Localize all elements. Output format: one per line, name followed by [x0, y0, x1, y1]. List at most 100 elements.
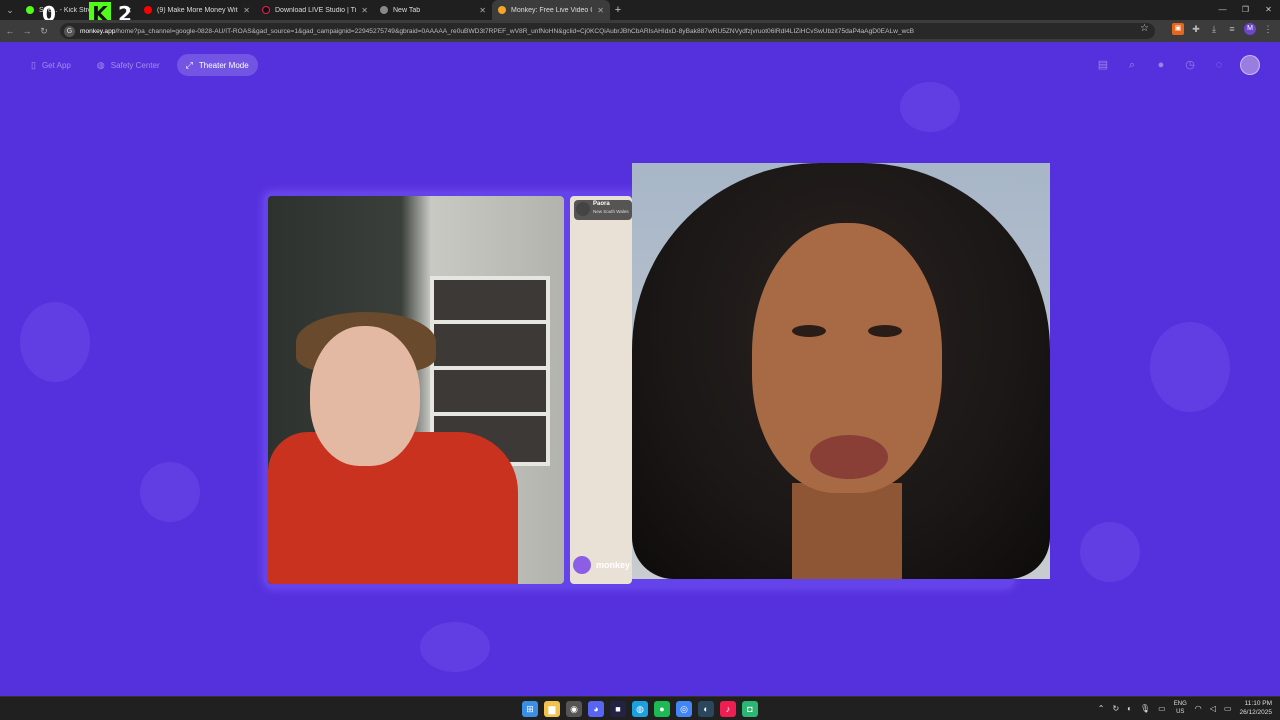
tab-title: Monkey: Free Live Video Ch	[511, 6, 593, 14]
taskbar-clock[interactable]: 11:10 PM 26/12/2025	[1239, 699, 1272, 717]
browser-toolbar: ← → ↻ G monkey.app/home?pa_channel=googl…	[0, 20, 1280, 42]
address-bar[interactable]: G monkey.app/home?pa_channel=google-0828…	[60, 23, 1155, 39]
background-blob	[1080, 522, 1140, 582]
user-avatar[interactable]	[1240, 55, 1260, 75]
close-tab-icon[interactable]: ✕	[479, 6, 486, 15]
background-blob	[20, 302, 90, 382]
shield-icon: ◍	[96, 59, 105, 70]
shop-icon[interactable]: ▤	[1095, 57, 1111, 73]
taskbar-apps: ⊞ ▆ ◉ ◕ ■ ◍ ● ◎ ◐ ♪ ◘	[522, 701, 758, 717]
tab-title: New Tab	[393, 6, 421, 14]
back-icon[interactable]: ←	[3, 26, 17, 36]
close-tab-icon[interactable]: ✕	[361, 6, 368, 15]
extension-icon[interactable]: ▣	[1172, 23, 1184, 35]
get-app-button[interactable]: ▯ Get App	[22, 54, 80, 76]
history-icon[interactable]: ◷	[1182, 57, 1198, 73]
minimize-button[interactable]: —	[1211, 0, 1234, 20]
monkey-right-nav: ▤ ⌕ ● ◷ ◌	[1095, 55, 1260, 75]
new-tab-button[interactable]: +	[610, 0, 626, 20]
chrome-icon[interactable]: ◎	[676, 701, 692, 717]
url-path: /home?pa_channel=google-0828-AU/IT-ROAS&…	[115, 27, 915, 35]
steam-tray-icon[interactable]: ◐	[1127, 704, 1132, 713]
mouse-app-icon[interactable]: ◉	[566, 701, 582, 717]
tab-title: (9) Make More Money With Kic	[157, 6, 238, 14]
language-indicator[interactable]: ENG US	[1174, 700, 1187, 716]
tab-search-icon[interactable]: ⌄	[0, 0, 20, 20]
tab-youtube[interactable]: (9) Make More Money With Kic ✕	[138, 0, 256, 20]
toolbar-right: ▣ ✚ ⤓ ≡ M ⋮	[1172, 23, 1274, 35]
download-icon[interactable]: ⤓	[1208, 23, 1220, 35]
network-tray-icon[interactable]: ▭	[1158, 704, 1166, 713]
tray-overflow-icon[interactable]: ⌃	[1098, 704, 1105, 713]
tab-new-tab[interactable]: New Tab ✕	[374, 0, 492, 20]
tab-tiktok[interactable]: Download LIVE Studio | TikTok ✕	[256, 0, 374, 20]
volume-icon[interactable]: ◁	[1210, 704, 1216, 713]
tiktok-favicon-icon	[262, 6, 270, 14]
clock-time: 11:10 PM	[1244, 700, 1272, 707]
phone-icon: ▯	[31, 59, 36, 70]
lang-top: ENG	[1173, 701, 1187, 707]
spotify-icon[interactable]: ●	[654, 701, 670, 717]
background-blob	[900, 82, 960, 132]
forward-icon[interactable]: →	[20, 26, 34, 36]
tiktok-icon[interactable]: ♪	[720, 701, 736, 717]
reload-icon[interactable]: ↻	[37, 26, 51, 37]
theater-mode-button[interactable]: ⤢ Theater Mode	[176, 54, 258, 76]
browser-tab-strip: ⌄ Stre... - Kick Stream ✕ (9) Make More …	[0, 0, 1280, 20]
url-text[interactable]: monkey.app/home?pa_channel=google-0828-A…	[80, 28, 914, 35]
app-icon[interactable]: ■	[610, 701, 626, 717]
close-tab-icon[interactable]: ✕	[243, 6, 250, 15]
overlay-portrait-image	[632, 163, 1050, 579]
wifi-icon[interactable]: ◠	[1195, 704, 1202, 713]
discord-icon[interactable]: ◕	[588, 701, 604, 717]
maximize-button[interactable]: ❐	[1234, 0, 1257, 20]
chat-icon[interactable]: ◌	[1211, 57, 1227, 73]
background-blob	[1150, 322, 1230, 412]
youtube-favicon-icon	[144, 6, 152, 14]
url-domain: monkey.app	[80, 27, 116, 35]
tab-monkey[interactable]: Monkey: Free Live Video Ch ✕	[492, 0, 610, 20]
globe-favicon-icon	[380, 6, 388, 14]
coin-icon[interactable]: ●	[1153, 57, 1169, 73]
profile-avatar[interactable]: M	[1244, 23, 1256, 35]
edge-icon[interactable]: ◍	[632, 701, 648, 717]
close-tab-icon[interactable]: ✕	[597, 6, 604, 15]
extensions-puzzle-icon[interactable]: ✚	[1190, 23, 1202, 35]
expand-icon: ⤢	[185, 59, 193, 70]
tab-title: Download LIVE Studio | TikTok	[275, 6, 356, 14]
remote-camera-feed: Paora New South Wales monkey	[570, 196, 632, 584]
portrait-neck	[792, 483, 902, 579]
safety-center-button[interactable]: ◍ Safety Center	[88, 54, 169, 76]
window-controls: — ❐ ✕	[1211, 0, 1280, 20]
app-icon-green[interactable]: ◘	[742, 701, 758, 717]
site-info-icon[interactable]: G	[64, 25, 75, 37]
windows-taskbar: ⊞ ▆ ◉ ◕ ■ ◍ ● ◎ ◐ ♪ ◘ ⌃ ↻ ◐ 🎙 ▭ ENG US ◠…	[0, 696, 1280, 720]
steam-icon[interactable]: ◐	[698, 701, 714, 717]
monkey-logo-icon	[573, 556, 591, 574]
monkey-top-nav: ▯ Get App ◍ Safety Center ⤢ Theater Mode	[22, 54, 258, 76]
face	[310, 326, 420, 466]
search-icon[interactable]: ⌕	[1124, 57, 1140, 73]
get-app-label: Get App	[41, 60, 71, 70]
portrait-eye-right	[868, 325, 902, 337]
bookmark-star-icon[interactable]: ☆	[1140, 23, 1149, 34]
sync-icon[interactable]: ↻	[1112, 704, 1119, 713]
background-blob	[140, 462, 200, 522]
kick-favicon-icon	[26, 6, 34, 14]
remote-user-name: Paora	[593, 201, 610, 207]
safety-center-label: Safety Center	[110, 60, 160, 70]
menu-kebab-icon[interactable]: ⋮	[1262, 23, 1274, 35]
theater-mode-label: Theater Mode	[198, 60, 249, 70]
clock-date: 26/12/2025	[1239, 709, 1272, 716]
monkey-watermark: monkey	[596, 560, 631, 570]
battery-icon[interactable]: ▭	[1224, 704, 1232, 713]
close-window-button[interactable]: ✕	[1257, 0, 1280, 20]
lang-bottom: US	[1176, 709, 1185, 715]
windows-start-icon[interactable]: ⊞	[522, 701, 538, 717]
microphone-icon[interactable]: 🎙	[1140, 704, 1150, 713]
media-control-icon[interactable]: ≡	[1226, 23, 1238, 35]
background-blob	[420, 622, 490, 672]
system-tray: ⌃ ↻ ◐ 🎙 ▭ ENG US ◠ ◁ ▭ 11:10 PM 26/12/20…	[1098, 699, 1272, 717]
local-camera-feed	[268, 196, 564, 584]
file-explorer-icon[interactable]: ▆	[544, 701, 560, 717]
